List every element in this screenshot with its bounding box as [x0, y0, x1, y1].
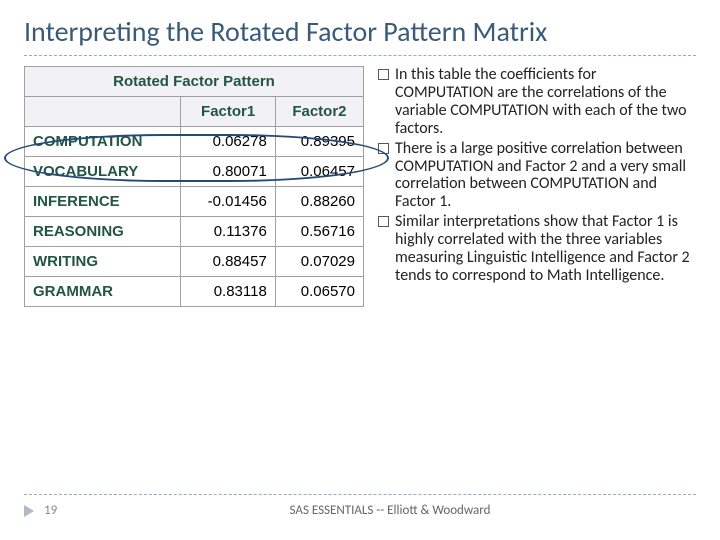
var-cell: INFERENCE: [25, 187, 181, 217]
page-number: 19: [44, 503, 74, 518]
factor-pattern-table: Rotated Factor Pattern Factor1 Factor2 C…: [24, 66, 364, 307]
footer: 19 SAS ESSENTIALS -- Elliott & Woodward: [24, 494, 696, 518]
num-cell: 0.88457: [181, 247, 275, 277]
table-row: VOCABULARY 0.80071 0.06457: [25, 157, 364, 187]
table-row: INFERENCE -0.01456 0.88260: [25, 187, 364, 217]
table-row: WRITING 0.88457 0.07029: [25, 247, 364, 277]
table-row: REASONING 0.11376 0.56716: [25, 217, 364, 247]
checkbox-icon: [378, 216, 389, 227]
var-cell: REASONING: [25, 217, 181, 247]
footer-text: SAS ESSENTIALS -- Elliott & Woodward: [84, 503, 696, 518]
num-cell: 0.06457: [275, 157, 363, 187]
num-cell: 0.89395: [275, 127, 363, 157]
num-cell: 0.80071: [181, 157, 275, 187]
footer-row: 19 SAS ESSENTIALS -- Elliott & Woodward: [24, 503, 696, 518]
num-cell: 0.11376: [181, 217, 275, 247]
blank-cell: [25, 97, 181, 127]
num-cell: 0.56716: [275, 217, 363, 247]
var-cell: WRITING: [25, 247, 181, 277]
table-row: GRAMMAR 0.83118 0.06570: [25, 277, 364, 307]
notes: In this table the coefficients for COMPU…: [378, 66, 696, 307]
table-row: Rotated Factor Pattern: [25, 67, 364, 97]
body: Rotated Factor Pattern Factor1 Factor2 C…: [24, 66, 696, 307]
var-cell: COMPUTATION: [25, 127, 181, 157]
factor-table-wrap: Rotated Factor Pattern Factor1 Factor2 C…: [24, 66, 364, 307]
bullet-text: In this table the coefficients for COMPU…: [395, 66, 696, 138]
var-cell: VOCABULARY: [25, 157, 181, 187]
bullet-text: Similar interpretations show that Factor…: [395, 213, 696, 285]
checkbox-icon: [378, 143, 389, 154]
bullet-item: Similar interpretations show that Factor…: [378, 213, 696, 285]
num-cell: 0.83118: [181, 277, 275, 307]
triangle-icon: [24, 505, 34, 517]
divider-bottom: [24, 494, 696, 495]
col-factor1: Factor1: [181, 97, 275, 127]
checkbox-icon: [378, 69, 389, 80]
table-row: Factor1 Factor2: [25, 97, 364, 127]
table-row: COMPUTATION 0.06278 0.89395: [25, 127, 364, 157]
num-cell: 0.06570: [275, 277, 363, 307]
col-factor2: Factor2: [275, 97, 363, 127]
slide: Interpreting the Rotated Factor Pattern …: [0, 0, 720, 540]
bullet-text: There is a large positive correlation be…: [395, 140, 696, 212]
var-cell: GRAMMAR: [25, 277, 181, 307]
num-cell: -0.01456: [181, 187, 275, 217]
bullet-item: In this table the coefficients for COMPU…: [378, 66, 696, 138]
num-cell: 0.88260: [275, 187, 363, 217]
num-cell: 0.06278: [181, 127, 275, 157]
bullet-item: There is a large positive correlation be…: [378, 140, 696, 212]
num-cell: 0.07029: [275, 247, 363, 277]
slide-title: Interpreting the Rotated Factor Pattern …: [24, 14, 696, 49]
table-caption: Rotated Factor Pattern: [25, 67, 364, 97]
divider-top: [24, 55, 696, 56]
